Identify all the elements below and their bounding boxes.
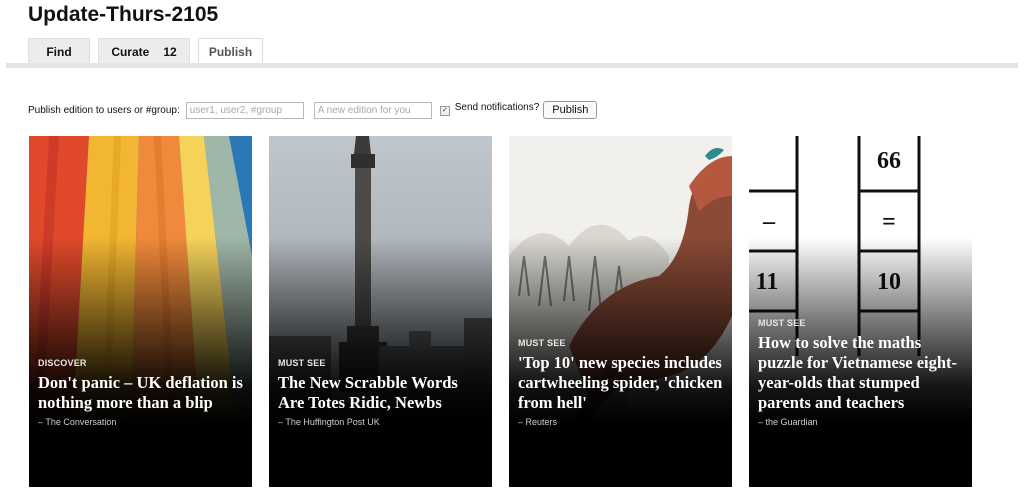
tab-curate[interactable]: Curate 12 (98, 38, 190, 64)
card-text: MUST SEE The New Scrabble Words Are Tote… (278, 358, 484, 427)
card-category: DISCOVER (38, 358, 87, 368)
article-card[interactable]: 66 – = 11 10 MUST SEE How to solve the m… (749, 136, 972, 487)
grid-number: 66 (877, 148, 901, 174)
publish-form: Publish edition to users or #group: ✓ Se… (28, 101, 598, 119)
curate-count-badge: 12 (163, 44, 177, 59)
card-source: – Reuters (518, 417, 558, 427)
card-headline[interactable]: How to solve the maths puzzle for Vietna… (758, 333, 964, 413)
tab-divider (6, 63, 1018, 68)
card-category: MUST SEE (758, 318, 806, 328)
users-input[interactable] (185, 101, 304, 119)
publish-button[interactable]: Publish (543, 101, 598, 119)
article-card[interactable]: MUST SEE The New Scrabble Words Are Tote… (269, 136, 492, 487)
publish-label: Publish edition to users or #group: (28, 104, 180, 116)
article-card[interactable]: DISCOVER Don't panic – UK deflation is n… (29, 136, 252, 487)
card-category: MUST SEE (518, 338, 566, 348)
tab-find-label: Find (46, 44, 72, 59)
card-headline[interactable]: 'Top 10' new species includes cartwheeli… (518, 353, 724, 413)
card-category: MUST SEE (278, 358, 326, 368)
card-text: MUST SEE How to solve the maths puzzle f… (758, 318, 964, 427)
card-text: MUST SEE 'Top 10' new species includes c… (518, 338, 724, 427)
grid-symbol: = (882, 209, 896, 235)
notifications-checkbox[interactable]: ✓ (439, 106, 450, 116)
card-source: – The Conversation (38, 417, 117, 427)
tab-publish-label: Publish (208, 44, 253, 59)
tab-find[interactable]: Find (28, 38, 90, 64)
card-headline[interactable]: The New Scrabble Words Are Totes Ridic, … (278, 373, 484, 413)
page-title: Update-Thurs-2105 (28, 3, 219, 26)
card-source: – The Huffington Post UK (278, 417, 380, 427)
grid-symbol: – (762, 209, 776, 235)
edition-title-input[interactable] (313, 101, 432, 119)
tab-curate-label: Curate (111, 44, 150, 59)
card-source: – the Guardian (758, 417, 818, 427)
tab-bar: Find Curate 12 Publish (28, 38, 271, 64)
card-text: DISCOVER Don't panic – UK deflation is n… (38, 358, 244, 427)
article-card[interactable]: MUST SEE 'Top 10' new species includes c… (509, 136, 732, 487)
tab-publish[interactable]: Publish (198, 38, 263, 64)
notifications-label: Send notifications? (454, 101, 540, 113)
card-headline[interactable]: Don't panic – UK deflation is nothing mo… (38, 373, 244, 413)
